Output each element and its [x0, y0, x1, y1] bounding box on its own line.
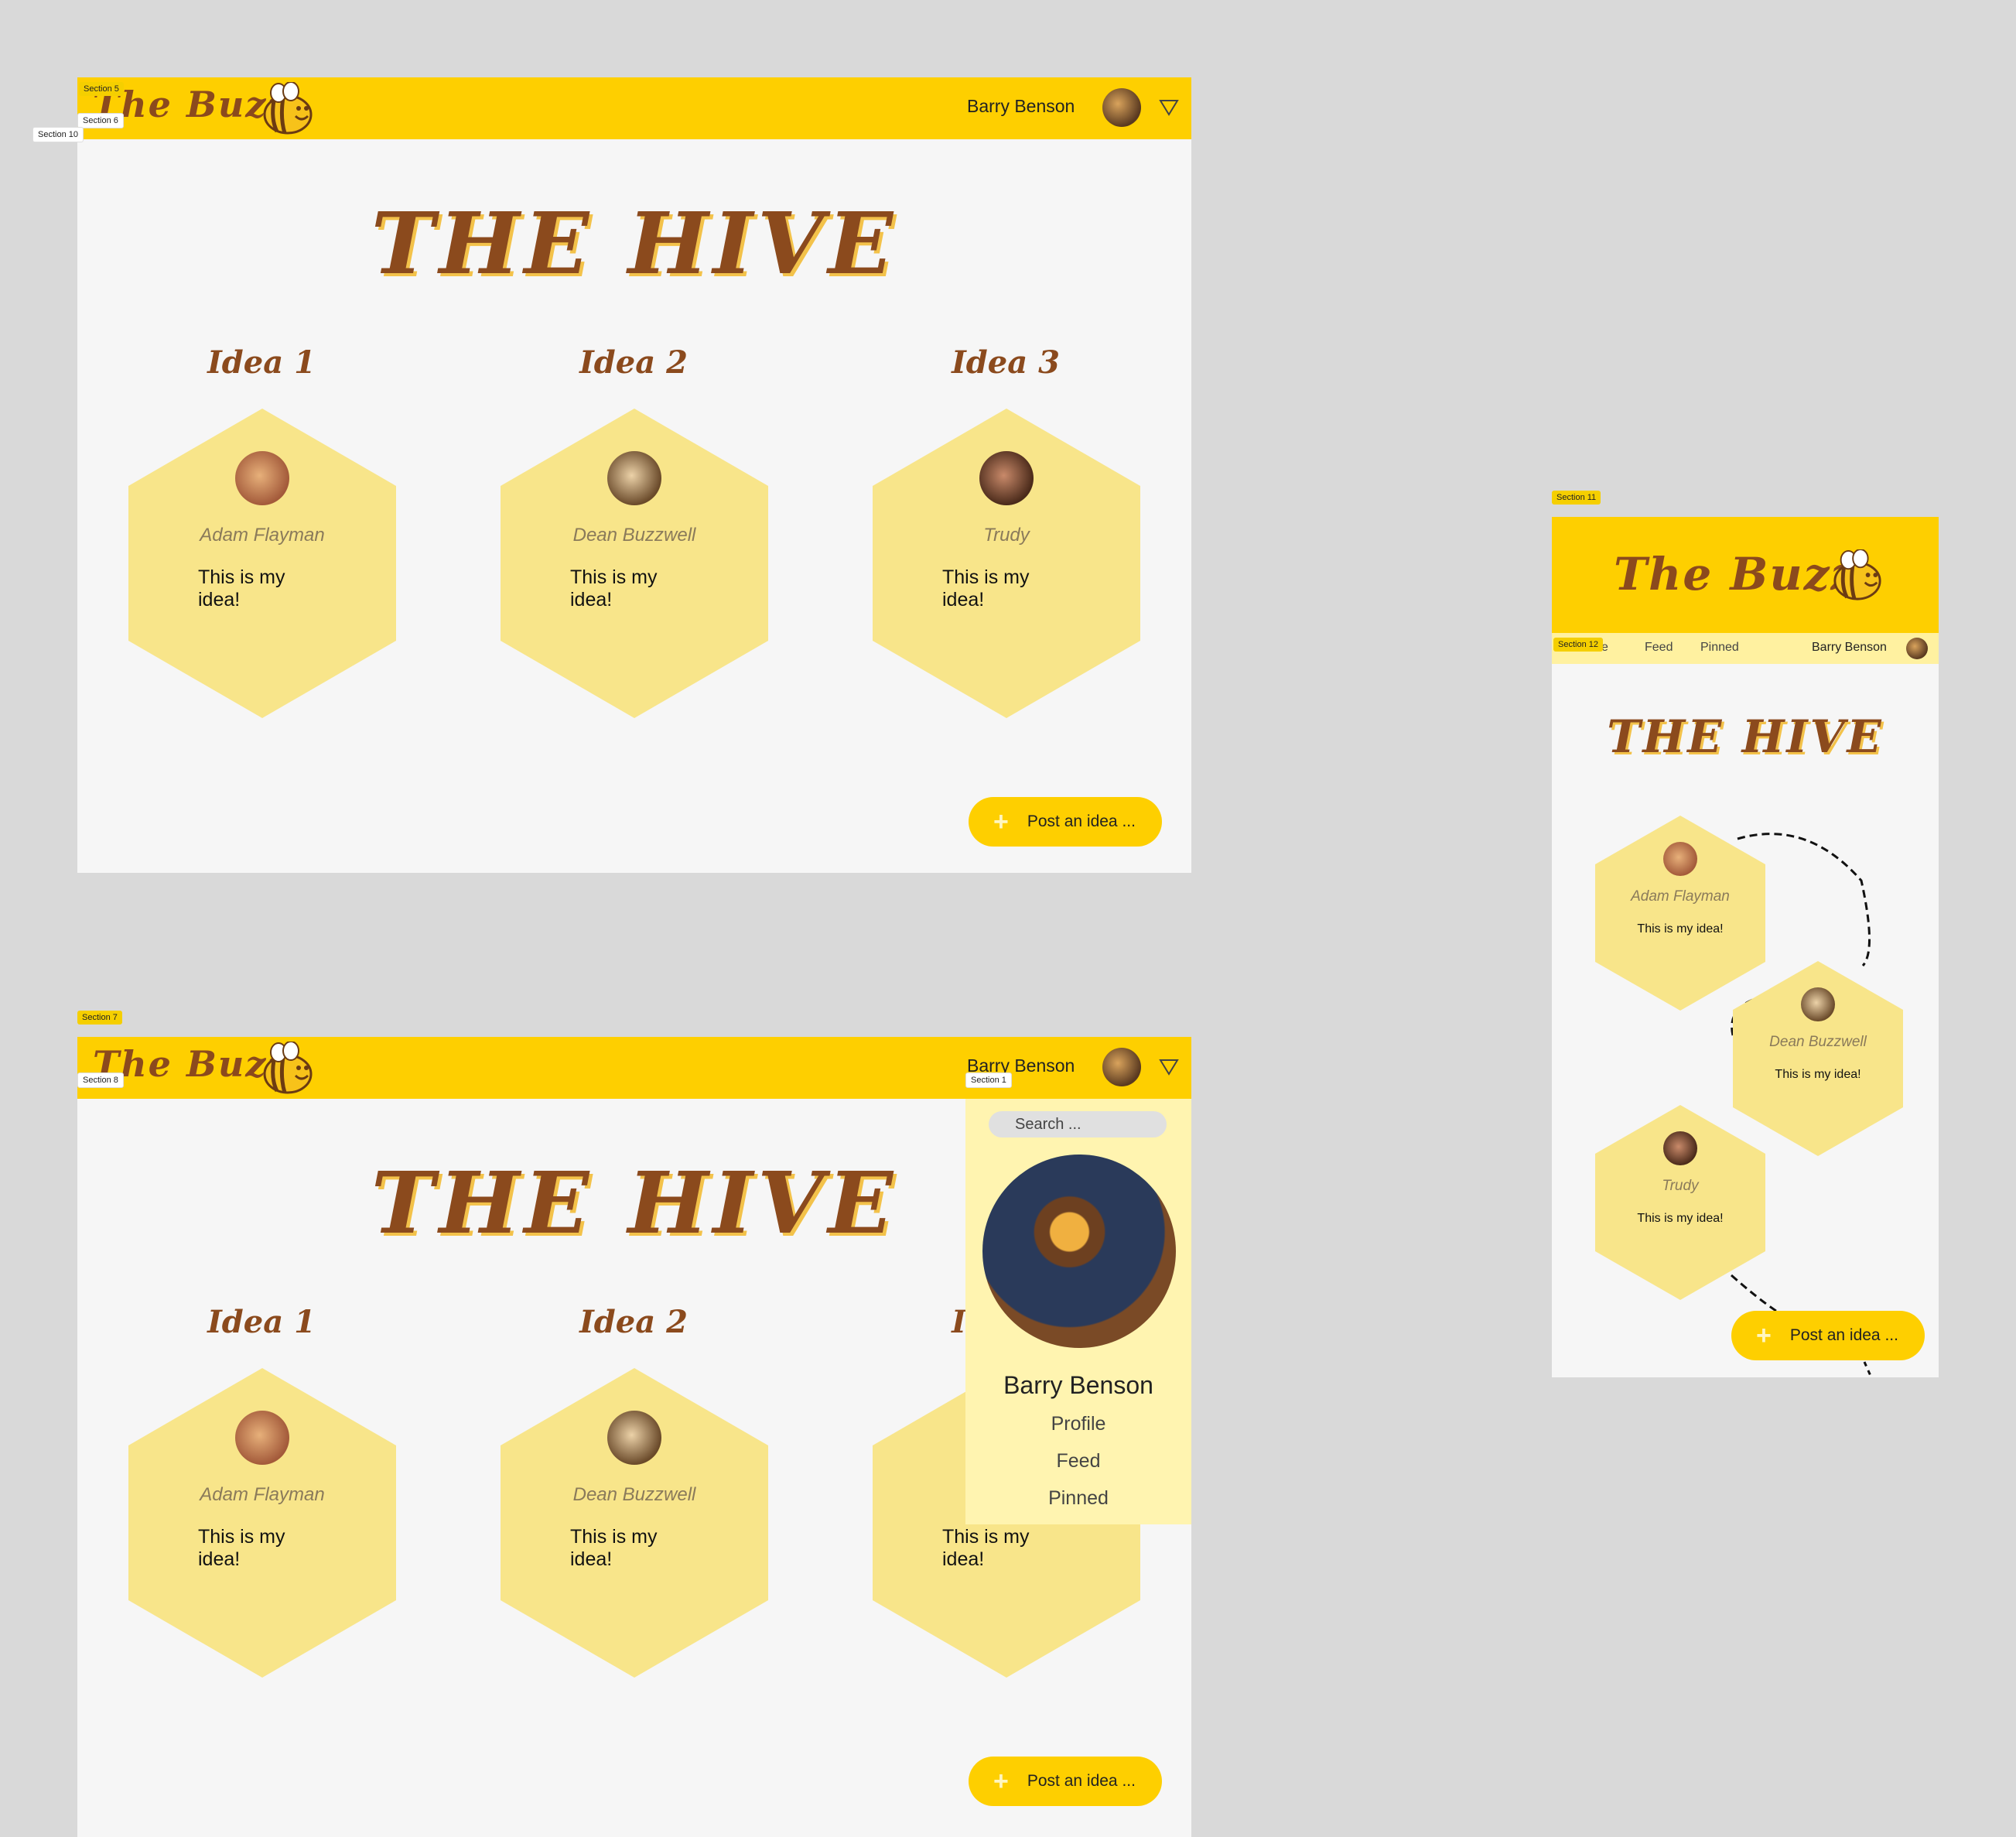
bee-icon [263, 82, 313, 135]
idea-card[interactable]: Trudy This is my idea! [873, 409, 1140, 718]
idea-text: This is my idea! [942, 566, 1030, 611]
idea-title: Idea 3 [952, 344, 1060, 381]
post-idea-button[interactable]: + Post an idea ... [969, 1757, 1162, 1806]
user-avatar[interactable] [1102, 88, 1141, 127]
dropdown-triangle-icon[interactable] [1159, 99, 1179, 116]
section-label: Section 5 [79, 82, 124, 96]
mobile-frame: The Buzz e Feed Pinned Barry Benson THE … [1552, 517, 1939, 1377]
idea-author: Trudy [983, 525, 1030, 546]
idea-card[interactable]: Adam Flayman This is my idea! [128, 409, 396, 718]
section-label: Section 12 [1553, 638, 1603, 652]
author-avatar [235, 1411, 289, 1465]
idea-author: Trudy [1662, 1178, 1699, 1194]
idea-text: This is my idea! [1775, 1068, 1861, 1081]
dropdown-triangle-icon[interactable] [1159, 1059, 1179, 1076]
dropdown-username: Barry Benson [1003, 1371, 1153, 1399]
desktop-frame-menu-open: The Buzz Barry Benson THE HIVE Idea 1 Id… [77, 1037, 1191, 1837]
idea-text: This is my idea! [570, 1526, 658, 1570]
post-idea-button[interactable]: + Post an idea ... [1731, 1311, 1925, 1360]
post-idea-label: Post an idea ... [1027, 1772, 1136, 1790]
section-label: Section 6 [77, 113, 124, 128]
idea-card[interactable]: Dean Buzzwell This is my idea! [501, 1368, 768, 1678]
section-label: Section 1 [965, 1072, 1012, 1088]
post-idea-button[interactable]: + Post an idea ... [969, 797, 1162, 847]
header-bar: The Buzz Barry Benson [77, 1037, 1191, 1099]
idea-text: This is my idea! [570, 566, 658, 611]
idea-title: Idea 2 [579, 344, 688, 381]
author-avatar [1663, 842, 1697, 876]
idea-card[interactable]: Dean Buzzwell This is my idea! [501, 409, 768, 718]
idea-text: This is my idea! [198, 1526, 285, 1570]
idea-author: Dean Buzzwell [1769, 1034, 1867, 1050]
idea-author: Adam Flayman [200, 525, 325, 546]
idea-text: This is my idea! [198, 566, 285, 611]
idea-title: Idea 1 [207, 1304, 316, 1340]
search-input[interactable]: Search ... [989, 1111, 1167, 1137]
idea-text: This is my idea! [1637, 922, 1724, 936]
author-avatar [1663, 1131, 1697, 1165]
user-avatar[interactable] [1102, 1048, 1141, 1086]
plus-icon: + [993, 1766, 1009, 1796]
dropdown-item-feed[interactable]: Feed [965, 1450, 1191, 1473]
plus-icon: + [993, 806, 1009, 836]
idea-title: Idea 2 [579, 1304, 688, 1340]
page-title: THE HIVE [371, 193, 898, 293]
plus-icon: + [1756, 1320, 1772, 1350]
dropdown-item-pinned[interactable]: Pinned [965, 1487, 1191, 1510]
idea-card[interactable]: Adam Flayman This is my idea! [128, 1368, 396, 1678]
dropdown-item-profile[interactable]: Profile [965, 1413, 1191, 1435]
section-label: Section 11 [1552, 491, 1601, 505]
post-idea-label: Post an idea ... [1789, 1326, 1898, 1344]
author-avatar [979, 451, 1034, 505]
section-label: Section 10 [32, 127, 84, 142]
header-bar: The Buzz Barry Benson [77, 77, 1191, 139]
idea-author: Dean Buzzwell [572, 1484, 696, 1505]
idea-author: Dean Buzzwell [572, 525, 696, 546]
post-idea-label: Post an idea ... [1027, 812, 1136, 830]
author-avatar [607, 1411, 661, 1465]
idea-author: Adam Flayman [200, 1484, 325, 1505]
desktop-frame-main: The Buzz Barry Benson THE HIVE Idea 1 Id… [77, 77, 1191, 873]
idea-author: Adam Flayman [1631, 888, 1730, 905]
author-avatar [1801, 987, 1835, 1021]
author-avatar [235, 451, 289, 505]
user-dropdown-menu: Search ... Barry Benson Profile Feed Pin… [965, 1099, 1191, 1524]
idea-title: Idea 1 [207, 344, 316, 381]
idea-text: This is my idea! [942, 1526, 1030, 1570]
author-avatar [607, 451, 661, 505]
bee-icon [263, 1042, 313, 1094]
header-username[interactable]: Barry Benson [967, 96, 1075, 117]
section-label: Section 8 [77, 1072, 124, 1088]
section-label: Section 7 [77, 1011, 122, 1025]
profile-photo [982, 1155, 1176, 1348]
idea-text: This is my idea! [1637, 1212, 1724, 1225]
